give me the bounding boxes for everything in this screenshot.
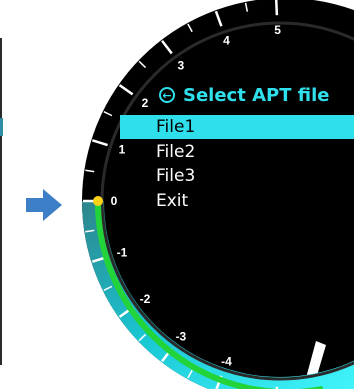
tick-label: 2 [142,96,149,110]
tick-label: 5 [274,23,281,37]
menu-item-file1[interactable]: File1 [120,115,354,139]
major-tick [274,0,279,16]
tick-label: -3 [176,330,187,344]
file-menu: File1 File2 File3 Exit [120,115,354,213]
back-circle-arrow-icon[interactable]: ← [159,87,175,103]
menu-header: ← Select APT file [159,82,329,108]
tick-label: 0 [111,194,118,208]
menu-title: Select APT file [183,84,330,106]
tick-label: 4 [223,33,230,47]
menu-item-file3[interactable]: File3 [120,164,354,188]
tick-label: 3 [178,58,185,72]
tick-label: -2 [140,292,151,306]
gauge-indicator-dot [93,196,103,206]
menu-item-exit[interactable]: Exit [120,189,354,213]
menu-item-file2[interactable]: File2 [120,140,354,164]
tick-label: -4 [221,355,232,369]
tick-label: -1 [117,245,128,259]
